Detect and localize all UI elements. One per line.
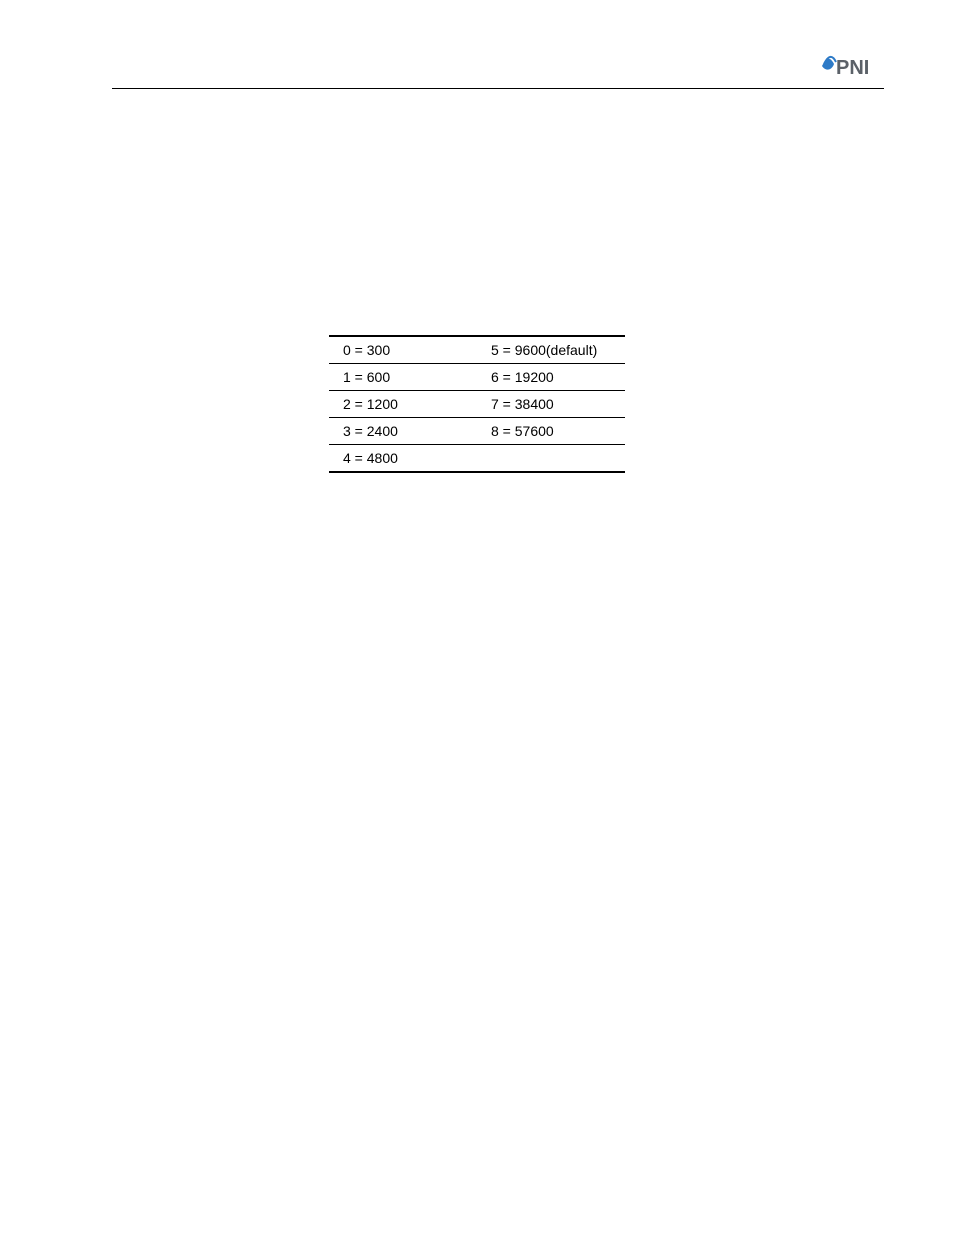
table-cell: 2 = 1200	[329, 391, 477, 418]
table-cell: 7 = 38400	[477, 391, 625, 418]
pni-logo-icon: PNI	[820, 52, 882, 82]
main-content: 0 = 300 5 = 9600(default) 1 = 600 6 = 19…	[0, 335, 954, 473]
table-cell: 3 = 2400	[329, 418, 477, 445]
table-row: 0 = 300 5 = 9600(default)	[329, 336, 625, 364]
header-rule	[112, 88, 884, 89]
table-cell: 0 = 300	[329, 336, 477, 364]
table-cell: 5 = 9600(default)	[477, 336, 625, 364]
document-page: PNI 0 = 300 5 = 9600(default) 1 = 600 6 …	[0, 0, 954, 1235]
baud-rate-table: 0 = 300 5 = 9600(default) 1 = 600 6 = 19…	[329, 335, 625, 473]
table-row: 2 = 1200 7 = 38400	[329, 391, 625, 418]
table-row: 1 = 600 6 = 19200	[329, 364, 625, 391]
table-row: 4 = 4800	[329, 445, 625, 473]
table-cell: 8 = 57600	[477, 418, 625, 445]
table-cell: 4 = 4800	[329, 445, 477, 473]
table-cell	[477, 445, 625, 473]
brand-logo: PNI	[820, 52, 882, 82]
brand-text: PNI	[836, 57, 869, 79]
table-cell: 1 = 600	[329, 364, 477, 391]
table-row: 3 = 2400 8 = 57600	[329, 418, 625, 445]
table-cell: 6 = 19200	[477, 364, 625, 391]
